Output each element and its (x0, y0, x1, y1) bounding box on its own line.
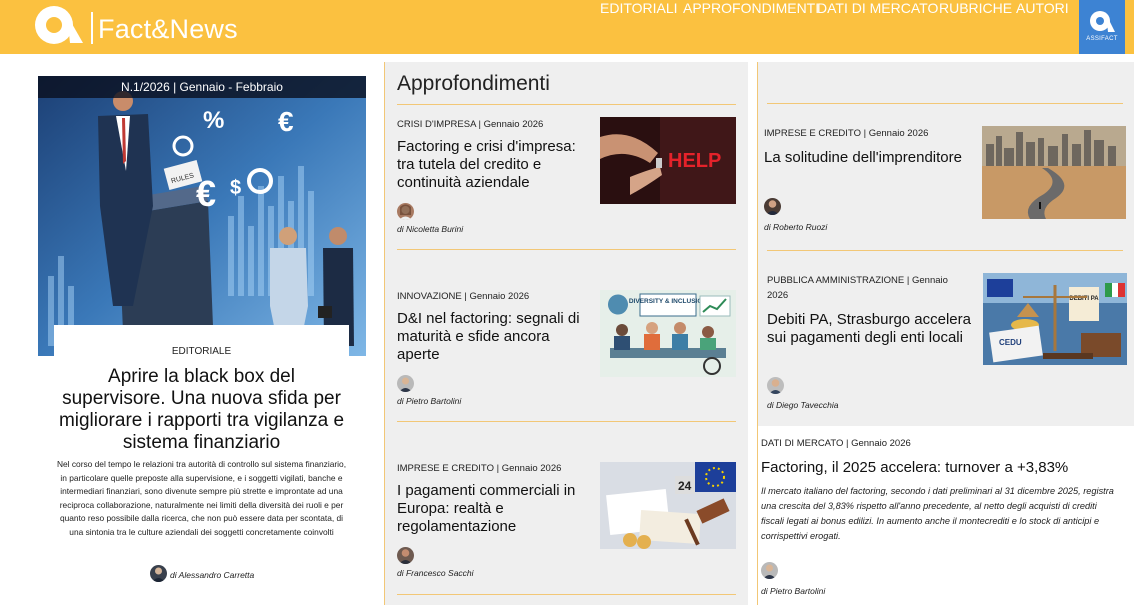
article-category[interactable]: PUBBLICA AMMINISTRAZIONE | Gennaio (767, 275, 948, 286)
news-title[interactable]: Factoring, il 2025 accelera: turnover a … (761, 459, 1068, 476)
svg-text:DIVERSITY & INCLUSION: DIVERSITY & INCLUSION (629, 298, 708, 305)
avatar (150, 565, 167, 582)
logo-divider (91, 12, 93, 44)
divider (397, 249, 736, 250)
avatar (397, 203, 414, 220)
divider (397, 594, 736, 595)
column-divider (384, 62, 385, 605)
nav-editoriali[interactable]: EDITORIALI (600, 0, 678, 16)
svg-text:%: % (203, 107, 224, 134)
article-category[interactable]: CRISI D'IMPRESA | Gennaio 2026 (397, 119, 543, 130)
diversity-image-icon: DIVERSITY & INCLUSION (600, 290, 736, 377)
avatar (397, 547, 414, 564)
author-photo-icon (399, 549, 412, 564)
divider (397, 421, 736, 422)
fact-news-logo-icon[interactable] (34, 5, 84, 45)
author-photo-icon (399, 377, 412, 392)
help-image-icon: HELP (600, 117, 736, 204)
avatar (761, 562, 778, 579)
right-column-panel (757, 62, 1134, 426)
article-author[interactable]: di Roberto Ruozi (764, 222, 827, 232)
assifact-label: ASSIFACT (1086, 36, 1118, 42)
author-photo-icon (769, 379, 782, 394)
section-title[interactable]: Approfondimenti (397, 72, 550, 96)
svg-text:HELP: HELP (668, 150, 721, 172)
article-category[interactable]: IMPRESE E CREDITO | Gennaio 2026 (764, 128, 928, 139)
nav-dati-di-mercato[interactable]: DATI DI MERCATO (817, 0, 938, 16)
avatar (767, 377, 784, 394)
article-title[interactable]: La solitudine dell'imprenditore (764, 149, 964, 167)
article-title[interactable]: D&I nel factoring: segnali di maturità e… (397, 310, 592, 364)
article-thumbnail[interactable]: HELP (600, 117, 736, 204)
article-author[interactable]: di Nicoletta Burini (397, 224, 463, 234)
svg-text:€: € (278, 106, 294, 137)
article-title[interactable]: Debiti PA, Strasburgo accelera sui pagam… (767, 311, 972, 347)
divider (397, 104, 736, 105)
editorial-excerpt: Nel corso del tempo le relazioni tra aut… (56, 459, 347, 537)
editorial-category[interactable]: EDITORIALE (54, 346, 349, 357)
svg-text:$: $ (230, 177, 241, 199)
site-logo-text[interactable]: Fact&News (98, 14, 238, 45)
assifact-link[interactable]: ASSIFACT (1079, 0, 1125, 54)
issue-label: N.1/2026 | Gennaio - Febbraio (38, 76, 366, 98)
divider (767, 250, 1123, 251)
assifact-logo-icon (1090, 11, 1115, 32)
svg-text:CEDU: CEDU (999, 338, 1022, 347)
editorial-author[interactable]: di Alessandro Carretta (170, 570, 254, 580)
nav-rubriche[interactable]: RUBRICHE (939, 0, 1012, 16)
news-category[interactable]: DATI DI MERCATO | Gennaio 2026 (761, 438, 911, 449)
article-category[interactable]: IMPRESE E CREDITO | Gennaio 2026 (397, 463, 561, 474)
article-thumbnail[interactable]: DEBITI PA CEDU (983, 273, 1127, 365)
author-photo-icon (766, 200, 779, 215)
article-author[interactable]: di Pietro Bartolini (397, 396, 461, 406)
editorial-illustration-icon: % € € $ RULES (38, 76, 366, 356)
svg-text:24: 24 (678, 479, 692, 493)
article-thumbnail[interactable]: DIVERSITY & INCLUSION (600, 290, 736, 377)
avatar (397, 375, 414, 392)
site-header: Fact&News EDITORIALI APPROFONDIMENTI DAT… (0, 0, 1134, 54)
divider (767, 103, 1123, 104)
avatar (764, 198, 781, 215)
article-author[interactable]: di Francesco Sacchi (397, 568, 474, 578)
column-divider (757, 62, 758, 605)
article-title[interactable]: Factoring e crisi d'impresa: tra tutela … (397, 138, 592, 192)
article-category-year[interactable]: 2026 (767, 290, 788, 301)
solitude-image-icon (982, 126, 1126, 219)
article-author[interactable]: di Diego Tavecchia (767, 400, 839, 410)
payments-image-icon: 24 (600, 462, 736, 549)
nav-autori[interactable]: AUTORI (1016, 0, 1069, 16)
article-thumbnail[interactable]: 24 (600, 462, 736, 549)
author-photo-icon (399, 204, 412, 220)
article-thumbnail[interactable] (982, 126, 1126, 219)
news-author[interactable]: di Pietro Bartolini (761, 586, 825, 596)
author-photo-icon (152, 567, 165, 582)
editorial-title[interactable]: Aprire la black box del supervisore. Una… (54, 366, 349, 454)
article-category[interactable]: INNOVAZIONE | Gennaio 2026 (397, 291, 529, 302)
debiti-pa-image-icon: DEBITI PA CEDU (983, 273, 1127, 365)
editorial-image[interactable]: % € € $ RULES (38, 76, 366, 356)
author-photo-icon (763, 564, 776, 579)
nav-approfondimenti[interactable]: APPROFONDIMENTI (683, 0, 819, 16)
article-title[interactable]: I pagamenti commerciali in Europa: realt… (397, 482, 592, 536)
news-excerpt: Il mercato italiano del factoring, secon… (761, 486, 1114, 541)
